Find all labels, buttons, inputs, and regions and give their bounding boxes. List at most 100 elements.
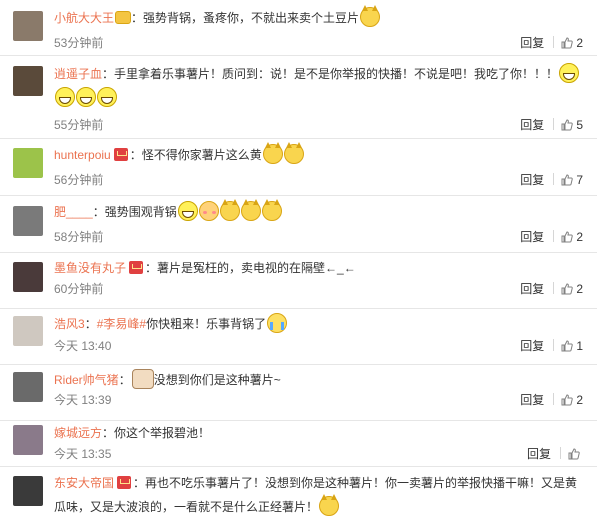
divider bbox=[553, 339, 555, 351]
comment-item: 东安大帝国 ：再也不吃乐事薯片了！没想到你是这种薯片！你一卖薯片的举报快播干嘛！又… bbox=[0, 467, 597, 524]
grin-emoji-icon bbox=[177, 201, 198, 221]
thumbs-up-icon bbox=[561, 340, 574, 352]
username-link[interactable]: hunterpoiu bbox=[54, 148, 111, 162]
like-count: 2 bbox=[576, 36, 583, 50]
thumbs-up-icon bbox=[561, 37, 574, 49]
divider bbox=[553, 36, 555, 48]
thumbs-up-icon bbox=[568, 448, 580, 460]
shy-emoji-icon bbox=[198, 201, 219, 221]
comment-time: 53分钟前 bbox=[54, 36, 104, 50]
thumbs-up-icon bbox=[561, 283, 574, 295]
like-button[interactable] bbox=[568, 447, 583, 461]
username-link[interactable]: 嫁城远方 bbox=[54, 426, 102, 440]
comment-item: 小航大大王 ：强势背锅，蚤疼你，不就出来卖个土豆片 53分钟前 回复 2 bbox=[0, 0, 597, 56]
username-link[interactable]: 浩风3 bbox=[54, 317, 85, 331]
like-button[interactable]: 7 bbox=[561, 173, 583, 187]
grin-emoji-icon bbox=[76, 87, 96, 107]
avatar[interactable] bbox=[13, 316, 43, 346]
avatar[interactable] bbox=[13, 11, 43, 41]
grin-emoji-icon bbox=[559, 63, 580, 83]
vip-badge-icon bbox=[113, 148, 128, 161]
comment-item: 肥____：强势围观背锅 58分钟前 回复 2 bbox=[0, 196, 597, 253]
dog-emoji-icon bbox=[131, 369, 154, 389]
topic-link[interactable]: #李易峰# bbox=[97, 317, 146, 331]
vip-badge-icon bbox=[117, 476, 132, 489]
avatar[interactable] bbox=[13, 148, 43, 178]
like-count: 5 bbox=[576, 118, 583, 132]
reply-button[interactable]: 回复 bbox=[520, 173, 544, 187]
comment-item: 逍遥子血：手里拿着乐事薯片！质问到：说！是不是你举报的快播！不说是吧！我吃了你！… bbox=[0, 56, 597, 139]
username-link[interactable]: 小航大大王 bbox=[54, 11, 114, 25]
divider bbox=[553, 118, 555, 130]
like-button[interactable]: 5 bbox=[561, 118, 583, 132]
cat-emoji-icon bbox=[319, 494, 340, 516]
cry-emoji-icon bbox=[267, 313, 288, 333]
like-count: 2 bbox=[576, 230, 583, 244]
comment-time: 58分钟前 bbox=[54, 230, 104, 244]
comment-text: 你快粗来！乐事背锅了 bbox=[146, 317, 267, 331]
comment-time: 今天 13:40 bbox=[54, 339, 112, 353]
username-link[interactable]: 东安大帝国 bbox=[54, 476, 114, 490]
like-count: 7 bbox=[576, 173, 583, 187]
reply-button[interactable]: 回复 bbox=[520, 36, 544, 50]
thumbs-up-icon bbox=[561, 394, 574, 406]
comment-text: ：手里拿着乐事薯片！质问到：说！是不是你举报的快播！不说是吧！我吃了你！！！ bbox=[102, 67, 559, 81]
reply-button[interactable]: 回复 bbox=[520, 393, 544, 407]
comment-time: 60分钟前 bbox=[54, 282, 104, 296]
like-button[interactable]: 2 bbox=[561, 36, 583, 50]
comment-item: 嫁城远方：你这个举报碧池！ 今天 13:35 回复 bbox=[0, 421, 597, 467]
comment-text: ：强势围观背锅 bbox=[92, 205, 177, 219]
reply-button[interactable]: 回复 bbox=[527, 447, 551, 461]
comment-time: 今天 13:35 bbox=[54, 447, 112, 461]
comment-time: 56分钟前 bbox=[54, 173, 104, 187]
divider bbox=[560, 447, 561, 459]
reply-button[interactable]: 回复 bbox=[520, 230, 544, 244]
like-count: 2 bbox=[576, 282, 583, 296]
vip-badge-icon bbox=[129, 261, 144, 274]
comment-item: Rider帅气猪： 没想到你们是这种薯片~ 今天 13:39 回复 2 bbox=[0, 365, 597, 421]
divider bbox=[553, 230, 555, 242]
thumbs-up-icon bbox=[561, 119, 574, 131]
like-button[interactable]: 2 bbox=[561, 230, 583, 244]
comment-item: hunterpoiu ：怪不得你家薯片这么黄 56分钟前 回复 7 bbox=[0, 139, 597, 196]
cat-emoji-icon bbox=[261, 199, 282, 221]
cat-emoji-icon bbox=[283, 142, 304, 164]
comment-text: ：怪不得你家薯片这么黄 bbox=[129, 148, 262, 162]
avatar[interactable] bbox=[13, 476, 43, 506]
reply-button[interactable]: 回复 bbox=[520, 339, 544, 353]
like-count: 1 bbox=[576, 339, 583, 353]
avatar[interactable] bbox=[13, 425, 43, 455]
avatar[interactable] bbox=[13, 262, 43, 292]
comment-time: 55分钟前 bbox=[54, 118, 104, 132]
comment-item: 浩风3：#李易峰#你快粗来！乐事背锅了 今天 13:40 回复 1 bbox=[0, 309, 597, 365]
comment-text: ：薯片是冤枉的，卖电视的在隔壁←_← bbox=[145, 261, 356, 275]
like-button[interactable]: 2 bbox=[561, 393, 583, 407]
thumbs-up-icon bbox=[561, 174, 574, 186]
comment-text: ：强势背锅，蚤疼你，不就出来卖个土豆片 bbox=[131, 11, 360, 25]
username-link[interactable]: Rider帅气猪 bbox=[54, 373, 119, 387]
like-button[interactable]: 1 bbox=[561, 339, 583, 353]
divider bbox=[553, 173, 555, 185]
cat-emoji-icon bbox=[219, 199, 240, 221]
reply-button[interactable]: 回复 bbox=[520, 282, 544, 296]
cat-emoji-icon bbox=[360, 5, 381, 27]
username-link[interactable]: 墨鱼没有丸子 bbox=[54, 261, 126, 275]
thumbs-up-icon bbox=[561, 231, 574, 243]
grin-emoji-icon bbox=[97, 87, 117, 107]
reply-button[interactable]: 回复 bbox=[520, 118, 544, 132]
avatar[interactable] bbox=[13, 206, 43, 236]
avatar[interactable] bbox=[13, 66, 43, 96]
comment-time: 今天 13:39 bbox=[54, 393, 112, 407]
avatar[interactable] bbox=[13, 372, 43, 402]
like-button[interactable]: 2 bbox=[561, 282, 583, 296]
cat-emoji-icon bbox=[240, 199, 261, 221]
comment-text: ：你这个举报碧池！ bbox=[102, 426, 211, 440]
divider bbox=[553, 393, 555, 405]
username-link[interactable]: 逍遥子血 bbox=[54, 67, 102, 81]
cat-emoji-icon bbox=[262, 142, 283, 164]
grin-emoji-icon bbox=[55, 87, 75, 107]
comment-text: ：再也不吃乐事薯片了！没想到你是这种薯片！你一卖薯片的举报快播干嘛！又是黄瓜味，… bbox=[54, 476, 578, 514]
comment-item: 墨鱼没有丸子 ：薯片是冤枉的，卖电视的在隔壁←_← 60分钟前 回复 2 bbox=[0, 253, 597, 309]
username-link[interactable]: 肥____ bbox=[54, 205, 93, 219]
divider bbox=[553, 282, 555, 294]
